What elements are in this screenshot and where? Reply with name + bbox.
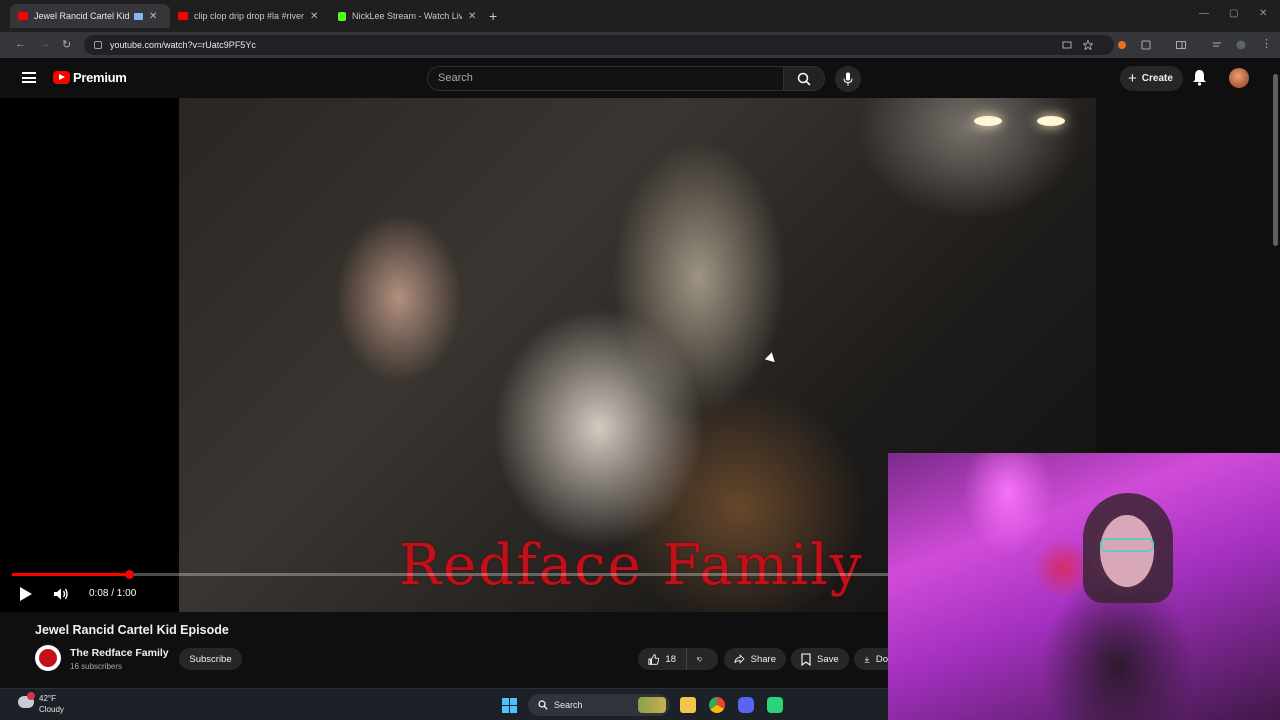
notifications-bell-icon[interactable] [1192, 69, 1207, 86]
video-watermark: Redface Family [399, 533, 864, 598]
browser-menu-icon[interactable]: ⋮ [1261, 37, 1272, 50]
bookmark-star-icon[interactable] [1083, 40, 1093, 50]
side-panel-icon[interactable] [1176, 40, 1186, 50]
minimize-icon[interactable]: — [1199, 8, 1209, 19]
windows-start-icon[interactable] [502, 698, 517, 713]
download-label: Do [875, 653, 888, 665]
thumbs-down-icon [697, 656, 702, 662]
address-bar[interactable]: youtube.com/watch?v=rUatc9PF5Yc [84, 35, 1114, 55]
tab-kick-stream[interactable]: NickLee Stream - Watch Live o ✕ [330, 4, 485, 28]
create-label: Create [1141, 73, 1173, 84]
kick-favicon-icon [338, 11, 346, 21]
app-green-icon[interactable] [767, 697, 783, 713]
screen: Jewel Rancid Cartel Kid Epi ✕ clip clop … [0, 0, 1280, 720]
youtube-favicon-icon [178, 12, 188, 20]
tab-youtube-clip[interactable]: clip clop drip drop #la #riversid ✕ [170, 4, 330, 28]
close-tab-icon[interactable]: ✕ [468, 11, 476, 22]
bookmark-icon [801, 652, 811, 666]
taskbar-search[interactable]: Search [528, 694, 670, 716]
tab-audio-icon[interactable] [134, 12, 143, 20]
tab-title: clip clop drip drop #la #riversid [194, 11, 304, 21]
search-icon [797, 72, 811, 86]
video-title: Jewel Rancid Cartel Kid Episode [35, 623, 229, 637]
search-icon [538, 700, 548, 710]
windows-taskbar: 42°F Cloudy Search [0, 688, 888, 720]
save-label: Save [817, 653, 839, 665]
youtube-favicon-icon [18, 12, 28, 20]
share-button[interactable]: Share [724, 648, 786, 670]
browser-tab-strip: Jewel Rancid Cartel Kid Epi ✕ clip clop … [0, 0, 1280, 32]
search-input[interactable]: Search [427, 66, 784, 91]
chrome-icon[interactable] [709, 697, 725, 713]
share-label: Share [750, 653, 776, 665]
subscriber-count: 16 subscribers [70, 662, 123, 671]
car-dome-light [974, 116, 1002, 126]
guide-menu-icon[interactable] [22, 72, 36, 83]
tab-title: Jewel Rancid Cartel Kid Epi [34, 11, 130, 21]
media-controls-icon[interactable] [1212, 40, 1222, 50]
reload-icon[interactable]: ↻ [62, 38, 71, 51]
back-icon[interactable]: ← [15, 38, 26, 50]
brand-label[interactable]: Premium [73, 70, 127, 85]
webcam-person-glasses [1100, 538, 1154, 552]
tab-title: NickLee Stream - Watch Live o [352, 11, 462, 21]
close-tab-icon[interactable]: ✕ [149, 11, 157, 22]
maximize-icon[interactable]: ▢ [1229, 8, 1238, 19]
like-button[interactable]: 18 [638, 648, 686, 670]
subscribe-button[interactable]: Subscribe [179, 648, 242, 670]
channel-avatar[interactable] [35, 645, 61, 671]
dislike-button[interactable] [686, 648, 718, 670]
progress-bar[interactable] [12, 570, 888, 579]
account-avatar[interactable] [1229, 68, 1249, 88]
search-highlight-image [638, 697, 666, 713]
volume-icon[interactable] [53, 587, 69, 601]
install-app-icon[interactable] [1062, 40, 1072, 50]
download-icon [864, 656, 870, 662]
taskbar-search-label: Search [554, 700, 583, 710]
time-display: 0:08 / 1:00 [89, 588, 137, 599]
forward-icon[interactable]: → [39, 38, 50, 50]
extension-orange-icon[interactable] [1117, 40, 1127, 50]
close-window-icon[interactable]: ✕ [1259, 8, 1267, 19]
save-button[interactable]: Save [791, 648, 849, 670]
create-button[interactable]: + Create [1120, 66, 1183, 91]
file-explorer-icon[interactable] [680, 697, 696, 713]
weather-alert-badge [27, 692, 35, 700]
weather-temperature[interactable]: 42°F [39, 694, 56, 703]
voice-search-button[interactable] [835, 66, 861, 92]
extensions-icon[interactable] [1141, 40, 1151, 50]
download-button[interactable]: Do [854, 648, 888, 670]
browser-toolbar: ← → ↻ youtube.com/watch?v=rUatc9PF5Yc ⋮ [0, 32, 1280, 58]
tab-youtube-active[interactable]: Jewel Rancid Cartel Kid Epi ✕ [10, 4, 170, 28]
youtube-masthead: Premium Search + Create [0, 58, 1280, 98]
site-info-icon[interactable] [94, 41, 102, 49]
microphone-icon [843, 72, 853, 86]
youtube-logo-icon[interactable] [53, 71, 70, 84]
streamer-webcam-overlay [888, 453, 1280, 720]
scrollbar-thumb[interactable] [1273, 74, 1278, 246]
new-tab-icon[interactable]: + [489, 8, 497, 24]
profile-icon[interactable] [1236, 40, 1246, 50]
share-arrow-icon [734, 654, 745, 664]
discord-icon[interactable] [738, 697, 754, 713]
channel-name[interactable]: The Redface Family [70, 647, 169, 659]
progress-played [12, 573, 129, 576]
thumbs-up-icon [648, 653, 660, 665]
scrubber-handle[interactable] [124, 570, 134, 579]
plus-icon: + [1128, 70, 1137, 87]
search-button[interactable] [783, 66, 825, 91]
url-text: youtube.com/watch?v=rUatc9PF5Yc [110, 40, 256, 50]
play-button[interactable] [20, 587, 32, 601]
close-tab-icon[interactable]: ✕ [310, 11, 318, 22]
weather-condition[interactable]: Cloudy [39, 705, 64, 714]
like-count: 18 [665, 653, 676, 665]
car-dome-light [1037, 116, 1065, 126]
